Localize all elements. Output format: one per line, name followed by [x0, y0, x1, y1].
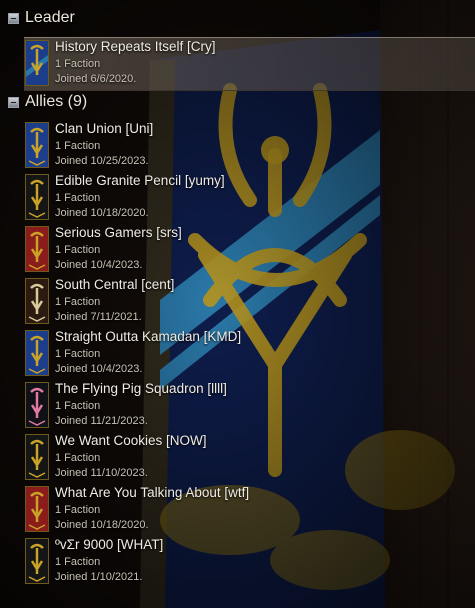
guild-emblem-icon	[25, 226, 49, 272]
guild-faction: 1 Faction	[55, 452, 101, 464]
guild-emblem-icon	[25, 486, 49, 532]
allies-section-header[interactable]: Allies (9)	[8, 92, 87, 112]
guild-emblem-icon	[25, 40, 49, 86]
guild-name: Serious Gamers [srs]	[55, 225, 182, 240]
alliance-panel: Leader History Repeats Itself [Cry] 1 Fa…	[0, 0, 475, 608]
guild-faction: 1 Faction	[55, 556, 101, 568]
guild-name: The Flying Pig Squadron [llll]	[55, 381, 227, 396]
guild-name: Edible Granite Pencil [yumy]	[55, 173, 225, 188]
ally-guild-entry[interactable]: ºvΣr 9000 [WHAT] 1 Faction Joined 1/10/202…	[24, 536, 475, 588]
guild-emblem-icon	[25, 330, 49, 376]
guild-faction: 1 Faction	[55, 140, 101, 152]
guild-name: Straight Outta Kamadan [KMD]	[55, 329, 242, 344]
ally-guild-entry[interactable]: Clan Union [Uni] 1 Faction Joined 10/25/20…	[24, 120, 475, 172]
leader-guild-entry[interactable]: History Repeats Itself [Cry] 1 Faction J…	[24, 37, 475, 91]
guild-joined-date: Joined 10/18/2020.	[55, 207, 149, 219]
collapse-toggle-icon[interactable]	[8, 96, 19, 108]
guild-faction: 1 Faction	[55, 504, 101, 516]
guild-faction: 1 Faction	[55, 192, 101, 204]
guild-name: What Are You Talking About [wtf]	[55, 485, 250, 500]
ally-guild-entry[interactable]: Straight Outta Kamadan [KMD] 1 Faction Joi…	[24, 328, 475, 380]
guild-joined-date: Joined 10/4/2023.	[55, 363, 143, 375]
guild-emblem-icon	[25, 278, 49, 324]
ally-guild-entry[interactable]: South Central [cent] 1 Faction Joined 7/11…	[24, 276, 475, 328]
guild-joined-date: Joined 10/18/2020.	[55, 519, 149, 531]
guild-emblem-icon	[25, 434, 49, 480]
guild-emblem-icon	[25, 382, 49, 428]
guild-faction: 1 Faction	[55, 296, 101, 308]
ally-guild-entry[interactable]: Edible Granite Pencil [yumy] 1 Faction Joi…	[24, 172, 475, 224]
guild-name: History Repeats Itself [Cry]	[55, 39, 216, 54]
guild-joined-date: Joined 11/21/2023.	[55, 415, 148, 427]
collapse-toggle-icon[interactable]	[8, 12, 19, 24]
guild-joined-date: Joined 10/25/2023.	[55, 155, 149, 167]
guild-joined-date: Joined 1/10/2021.	[55, 571, 143, 583]
guild-joined-date: Joined 10/4/2023.	[55, 259, 143, 271]
guild-name: We Want Cookies [NOW]	[55, 433, 207, 448]
allies-section-label: Allies (9)	[25, 93, 88, 110]
guild-emblem-icon	[25, 538, 49, 584]
ally-guild-entry[interactable]: Serious Gamers [srs] 1 Faction Joined 10/4…	[24, 224, 475, 276]
ally-guild-entry[interactable]: The Flying Pig Squadron [llll] 1 Faction J…	[24, 380, 475, 432]
guild-emblem-icon	[25, 122, 49, 168]
ally-guild-entry[interactable]: We Want Cookies [NOW] 1 Faction Joined 11/…	[24, 432, 475, 484]
leader-section-header[interactable]: Leader	[8, 8, 75, 28]
guild-faction: 1 Faction	[55, 58, 101, 70]
guild-faction: 1 Faction	[55, 400, 101, 412]
guild-name: South Central [cent]	[55, 277, 175, 292]
ally-guild-entry[interactable]: What Are You Talking About [wtf] 1 Factio…	[24, 484, 475, 536]
leader-section-label: Leader	[25, 9, 75, 26]
guild-faction: 1 Faction	[55, 244, 101, 256]
guild-joined-date: Joined 6/6/2020.	[55, 73, 137, 85]
guild-emblem-icon	[25, 174, 49, 220]
guild-name: Clan Union [Uni]	[55, 121, 154, 136]
guild-joined-date: Joined 11/10/2023.	[55, 467, 148, 479]
guild-name: ºvΣr 9000 [WHAT]	[55, 537, 164, 552]
guild-faction: 1 Faction	[55, 348, 101, 360]
guild-joined-date: Joined 7/11/2021.	[55, 311, 142, 323]
